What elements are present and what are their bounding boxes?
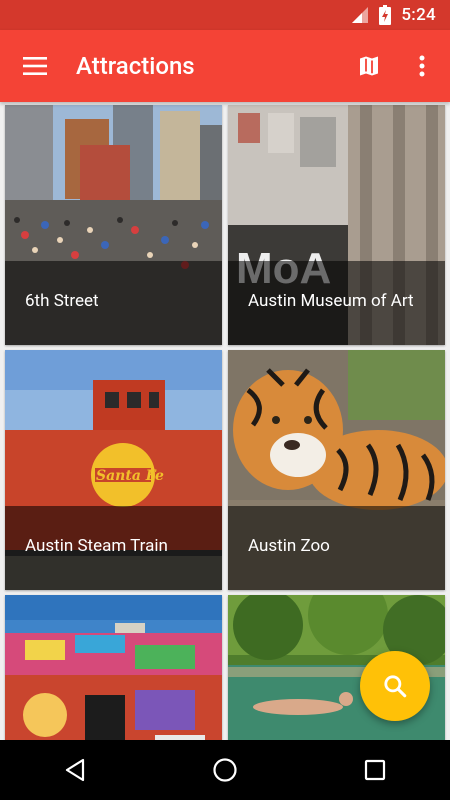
- search-fab[interactable]: [360, 651, 430, 721]
- svg-text:Santa Fe: Santa Fe: [96, 468, 164, 484]
- attraction-photo: [5, 595, 222, 740]
- signal-icon: [352, 7, 369, 23]
- home-button[interactable]: [195, 740, 255, 800]
- attraction-card-graffiti[interactable]: [5, 595, 222, 740]
- battery-charging-icon: [379, 5, 392, 25]
- attraction-card-austin-museum-of-art[interactable]: MoA Austin Museum of Art: [228, 105, 445, 345]
- status-bar: 5:24: [0, 0, 450, 30]
- attraction-card-austin-zoo[interactable]: Austin Zoo: [228, 350, 445, 590]
- menu-button[interactable]: [14, 45, 56, 87]
- more-vert-icon: [419, 55, 425, 77]
- attraction-title: Austin Museum of Art: [248, 291, 414, 311]
- back-icon: [65, 758, 85, 782]
- attraction-title: Austin Zoo: [248, 536, 330, 556]
- map-icon: [360, 56, 378, 76]
- home-icon: [213, 758, 237, 782]
- recents-icon: [364, 759, 386, 781]
- attraction-caption: Austin Museum of Art: [228, 261, 445, 345]
- attraction-title: 6th Street: [25, 291, 99, 311]
- map-button[interactable]: [348, 45, 390, 87]
- more-options-button[interactable]: [401, 45, 443, 87]
- menu-icon: [23, 57, 47, 75]
- attraction-title: Austin Steam Train: [25, 536, 168, 556]
- attractions-grid: 6th Street MoA Austin Museum of Art: [0, 102, 450, 740]
- attraction-card-austin-steam-train[interactable]: Santa Fe Austin Steam Train: [5, 350, 222, 590]
- back-button[interactable]: [45, 740, 105, 800]
- app-bar: Attractions: [0, 30, 450, 102]
- navigation-bar: [0, 740, 450, 800]
- attraction-caption: 6th Street: [5, 261, 222, 345]
- attraction-card-6th-street[interactable]: 6th Street: [5, 105, 222, 345]
- search-icon: [384, 675, 407, 698]
- recents-button[interactable]: [345, 740, 405, 800]
- attraction-caption: Austin Steam Train: [5, 506, 222, 590]
- attraction-caption: Austin Zoo: [228, 506, 445, 590]
- page-title: Attractions: [76, 52, 195, 80]
- status-time: 5:24: [401, 5, 436, 25]
